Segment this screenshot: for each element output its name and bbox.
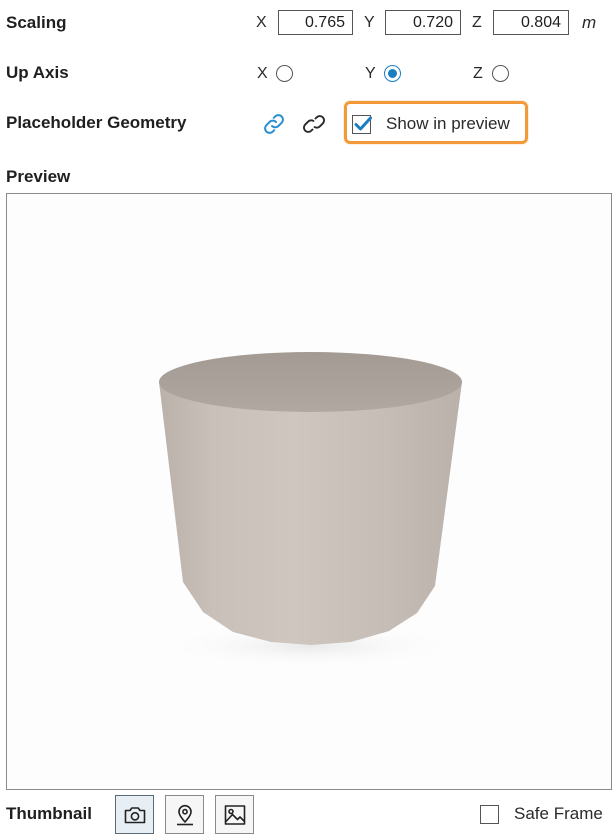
unlink-icon[interactable] (302, 112, 326, 136)
camera-icon (124, 807, 146, 824)
camera-thumbnail-button[interactable] (115, 795, 154, 834)
up-axis-y-letter: Y (365, 65, 376, 82)
scaling-y-letter: Y (364, 14, 375, 31)
up-axis-z-radio[interactable] (492, 65, 509, 82)
safe-frame-label[interactable]: Safe Frame (514, 804, 603, 824)
scaling-z-input[interactable] (493, 10, 569, 35)
map-pin-icon (177, 804, 193, 826)
link-icon[interactable] (262, 112, 286, 136)
location-thumbnail-button[interactable] (165, 795, 204, 834)
up-axis-z-letter: Z (473, 65, 483, 82)
scaling-unit: m (582, 13, 597, 32)
up-axis-y-radio[interactable] (384, 65, 401, 82)
show-in-preview-label[interactable]: Show in preview (386, 114, 510, 134)
up-axis-x-radio[interactable] (276, 65, 293, 82)
thumbnail-label: Thumbnail (6, 804, 92, 823)
safe-frame-checkbox[interactable] (480, 805, 499, 824)
scaling-x-input[interactable] (278, 10, 353, 35)
image-thumbnail-button[interactable] (215, 795, 254, 834)
image-icon (224, 805, 246, 825)
scaling-x-letter: X (256, 14, 267, 31)
preview-label: Preview (6, 167, 71, 186)
up-axis-label: Up Axis (6, 63, 69, 82)
up-axis-x-letter: X (257, 65, 268, 82)
checkmark-icon (354, 116, 372, 131)
preview-viewport[interactable] (6, 193, 612, 790)
scaling-z-letter: Z (472, 14, 482, 31)
scaling-label: Scaling (6, 13, 67, 32)
scaling-y-input[interactable] (385, 10, 461, 35)
show-in-preview-checkbox[interactable] (352, 115, 372, 134)
placeholder-geometry-label: Placeholder Geometry (6, 113, 187, 132)
cylinder-model (159, 352, 462, 668)
